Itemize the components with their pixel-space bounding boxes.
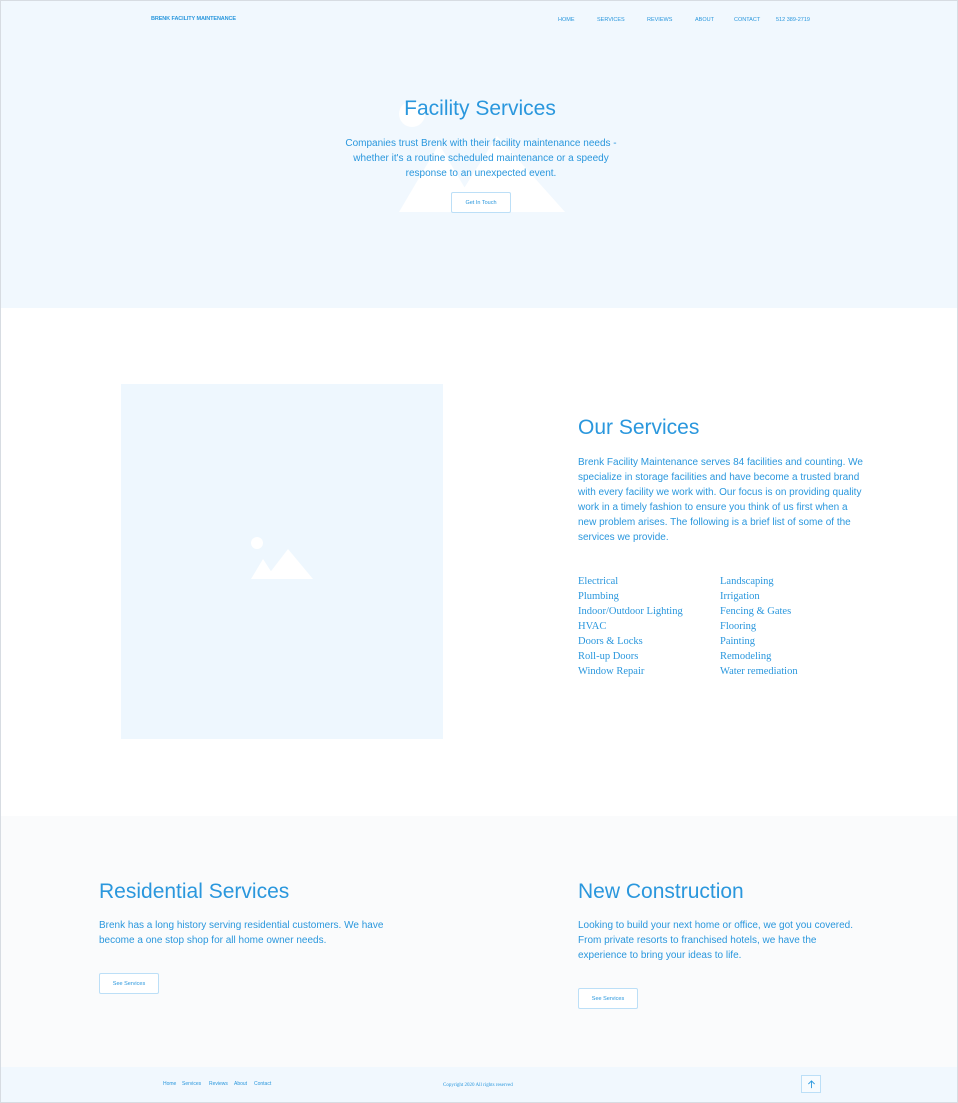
new-construction-text: Looking to build your next home or offic… <box>578 920 853 961</box>
nav-contact[interactable]: CONTACT <box>734 15 760 25</box>
nav-reviews[interactable]: REVIEWS <box>647 15 672 25</box>
page: BRENK FACILITY MAINTENANCE HOME SERVICES… <box>0 0 958 1103</box>
services-text: Brenk Facility Maintenance serves 84 fac… <box>578 457 863 543</box>
residential-text: Brenk has a long history serving residen… <box>99 920 384 946</box>
footer-link-contact[interactable]: Contact <box>254 1081 271 1087</box>
footer: Home Services Reviews About Contact Copy… <box>1 1067 957 1102</box>
list-item: Plumbing <box>578 591 619 602</box>
list-item: Window Repair <box>578 666 645 677</box>
main-nav: HOME SERVICES REVIEWS ABOUT CONTACT 512 … <box>1 15 957 25</box>
residential-see-services-button[interactable]: See Services <box>99 973 159 994</box>
list-item: Doors & Locks <box>578 636 643 647</box>
image-placeholder-icon <box>251 537 313 579</box>
arrow-up-icon <box>807 1079 815 1088</box>
services-list-left: Electrical Plumbing Indoor/Outdoor Light… <box>578 574 683 679</box>
list-item: Fencing & Gates <box>720 606 792 617</box>
copyright: Copyright 2020 All rights reserved <box>443 1083 513 1088</box>
new-construction-see-services-button[interactable]: See Services <box>578 988 638 1009</box>
list-item: Irrigation <box>720 591 760 602</box>
list-item: Electrical <box>578 576 619 587</box>
back-to-top-button[interactable] <box>801 1075 821 1093</box>
services-list-right: Landscaping Irrigation Fencing & Gates F… <box>720 574 798 679</box>
residential-title: Residential Services <box>99 880 290 903</box>
nav-phone[interactable]: 512 389-2719 <box>776 15 810 25</box>
get-in-touch-button[interactable]: Get In Touch <box>451 192 511 213</box>
footer-link-about[interactable]: About <box>234 1081 247 1087</box>
new-construction-title: New Construction <box>578 880 744 903</box>
list-item: Indoor/Outdoor Lighting <box>578 606 683 617</box>
services-image <box>121 384 443 739</box>
list-item: Roll-up Doors <box>578 651 639 662</box>
hero-title: Facility Services <box>404 97 556 120</box>
list-item: Water remediation <box>720 666 798 677</box>
footer-link-services[interactable]: Services <box>182 1081 201 1087</box>
footer-link-reviews[interactable]: Reviews <box>209 1081 228 1087</box>
list-item: Remodeling <box>720 651 772 662</box>
nav-services[interactable]: SERVICES <box>597 15 625 25</box>
nav-home[interactable]: HOME <box>558 15 575 25</box>
list-item: Painting <box>720 636 756 647</box>
hero-text: Companies trust Brenk with their facilit… <box>345 138 617 179</box>
residential-construction-section: Residential Services Brenk has a long hi… <box>1 816 957 1067</box>
services-title: Our Services <box>578 416 700 439</box>
list-item: Landscaping <box>720 576 774 587</box>
list-item: HVAC <box>578 621 607 632</box>
services-section: Our Services Brenk Facility Maintenance … <box>1 308 957 816</box>
footer-link-home[interactable]: Home <box>163 1081 176 1087</box>
hero-section: BRENK FACILITY MAINTENANCE HOME SERVICES… <box>1 1 957 308</box>
nav-about[interactable]: ABOUT <box>695 15 714 25</box>
list-item: Flooring <box>720 621 757 632</box>
